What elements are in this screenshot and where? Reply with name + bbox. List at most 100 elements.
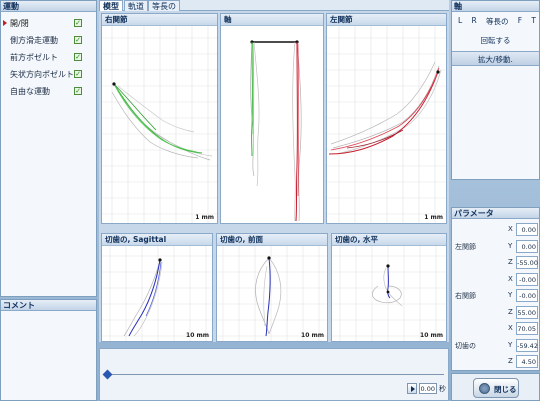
selected-arrow-icon	[3, 20, 7, 26]
close-area: 閉じる	[451, 373, 540, 401]
chart-right-joint: 右関節 1 mm	[101, 13, 218, 224]
incisor-horizontal-plot	[332, 246, 446, 341]
close-button-label: 閉じる	[494, 385, 517, 394]
left-joint-trace	[328, 67, 440, 155]
checkbox-icon[interactable]: ✓	[74, 53, 82, 61]
timeline-panel: 0.00 秒	[99, 348, 449, 401]
play-button[interactable]	[407, 383, 417, 394]
grid-lines	[102, 246, 212, 341]
parameter-panel-title: パラメータ	[452, 208, 539, 219]
parameter-value-field[interactable]: 0.00	[516, 239, 538, 253]
parameter-axis-label: Y	[508, 241, 513, 250]
parameter-axis-label: Z	[508, 258, 513, 266]
motion-panel: 運動 開/閉 ✓ 側方滑走運動 ✓ 前方ポゼルト ✓ 矢状方向ポゼルト ✓ 自由な運動 ✓	[0, 0, 97, 297]
tab-trajectory[interactable]: 軌道	[124, 0, 148, 11]
parameter-group-label: 左関節	[455, 242, 476, 251]
motion-item[interactable]: 矢状方向ポゼルト ✓	[1, 66, 96, 83]
zoom-move-button[interactable]: 拡大/移動.	[452, 51, 539, 66]
parameter-axis-label: Z	[508, 307, 513, 316]
view-tabbar: 模型 軌道 等長の	[99, 0, 449, 11]
scale-label: 10 mm	[301, 332, 324, 339]
parameter-value-field[interactable]: 0.00	[516, 223, 538, 236]
gray-traces	[372, 267, 403, 307]
parameter-row: Z 4.50	[452, 354, 539, 370]
time-slider-track[interactable]	[106, 374, 444, 375]
chart-incisor-sagittal: 切歯の, Sagittal 10 mm	[101, 233, 213, 342]
view-isometric-button[interactable]: 等長の	[486, 16, 509, 27]
right-joint-plot	[102, 26, 217, 223]
motion-item[interactable]: 前方ポゼルト ✓	[1, 49, 96, 66]
scale-label: 1 mm	[424, 214, 443, 221]
comment-panel[interactable]: コメント	[0, 299, 97, 401]
motion-item[interactable]: 側方滑走運動 ✓	[1, 32, 96, 49]
play-icon	[411, 386, 415, 392]
checkbox-icon[interactable]: ✓	[74, 36, 82, 44]
scale-label: 10 mm	[420, 332, 443, 339]
axis-plot	[250, 40, 302, 222]
parameter-axis-label: X	[508, 324, 513, 332]
tab-model[interactable]: 模型	[99, 0, 123, 11]
parameter-value-field[interactable]: 4.50	[516, 355, 538, 368]
view-front-button[interactable]: F	[518, 16, 522, 27]
parameter-axis-label: Z	[508, 357, 513, 365]
parameter-value-field[interactable]: 55.00	[516, 305, 538, 319]
view-right-button[interactable]: R	[471, 16, 476, 27]
motion-panel-title: 運動	[1, 1, 96, 12]
scale-label: 1 mm	[195, 214, 214, 221]
rotate-button[interactable]: 回転する	[452, 34, 539, 47]
parameter-row: 右関節 Y -0.00	[452, 288, 539, 304]
motion-item[interactable]: 開/閉 ✓	[1, 15, 96, 32]
time-slider-thumb[interactable]	[102, 369, 113, 380]
chart-title: 切歯の, 水平	[332, 234, 446, 246]
parameter-value-field[interactable]: -59.42	[516, 338, 538, 352]
parameter-axis-label: Y	[508, 340, 513, 349]
parameter-row: Z 55.00	[452, 305, 539, 321]
motion-item-label: 自由な運動	[10, 87, 50, 96]
chart-title: 右関節	[102, 14, 217, 26]
tab-isometric[interactable]: 等長の	[148, 0, 180, 11]
gray-traces	[111, 83, 213, 161]
parameter-axis-label: X	[508, 274, 513, 283]
view-control-panel: 軸 L R 等長の F T 回転する 拡大/移動.	[451, 0, 540, 180]
checkbox-icon[interactable]: ✓	[74, 19, 82, 27]
view-panel-title: 軸	[452, 1, 539, 12]
incisor-sagittal-trace	[128, 259, 162, 337]
motion-item-label: 開/閉	[10, 19, 29, 28]
checkbox-icon[interactable]: ✓	[74, 70, 82, 78]
power-icon	[479, 383, 490, 394]
parameter-axis-label: X	[508, 225, 513, 233]
parameter-value-field[interactable]: 70.05	[516, 322, 538, 335]
app-window: 運動 開/閉 ✓ 側方滑走運動 ✓ 前方ポゼルト ✓ 矢状方向ポゼルト ✓ 自由な運動 ✓ コメン…	[0, 0, 540, 401]
time-unit: 秒	[439, 385, 446, 393]
close-button[interactable]: 閉じる	[473, 378, 519, 398]
chart-incisor-frontal: 切歯の, 前面 10 mm	[216, 233, 328, 342]
motion-item[interactable]: 自由な運動 ✓	[1, 83, 96, 100]
parameter-group-label: 切歯の	[455, 341, 476, 350]
view-left-button[interactable]: L	[458, 16, 462, 27]
start-point	[112, 82, 116, 86]
parameter-value-field[interactable]: -0.00	[516, 289, 538, 302]
parameter-row: 切歯の Y -59.42	[452, 338, 539, 354]
gray-traces	[123, 259, 163, 337]
motion-item-label: 前方ポゼルト	[10, 53, 58, 62]
parameter-row: X -0.00	[452, 272, 539, 288]
parameter-row: X 0.00	[452, 222, 539, 238]
grid-lines	[327, 26, 446, 223]
start-point	[436, 70, 440, 74]
right-joint-trace	[113, 83, 203, 154]
parameter-row: 左関節 Y 0.00	[452, 239, 539, 255]
time-field[interactable]: 0.00	[419, 383, 437, 394]
motion-list: 開/閉 ✓ 側方滑走運動 ✓ 前方ポゼルト ✓ 矢状方向ポゼルト ✓ 自由な運動 ✓	[1, 12, 96, 100]
parameter-row: X 70.05	[452, 321, 539, 337]
left-joint-plot	[327, 26, 446, 223]
incisor-frontal-plot	[217, 246, 327, 341]
gray-traces	[250, 41, 302, 222]
checkbox-icon[interactable]: ✓	[74, 87, 82, 95]
parameter-value-field[interactable]: -55.00	[516, 256, 538, 269]
parameter-axis-label: Y	[508, 291, 513, 299]
view-top-button[interactable]: T	[531, 16, 536, 27]
parameter-value-field[interactable]: -0.00	[516, 272, 538, 286]
view-button-row: L R 等長の F T	[458, 16, 536, 27]
incisor-sagittal-plot	[102, 246, 212, 341]
chart-title: 左関節	[327, 14, 446, 26]
